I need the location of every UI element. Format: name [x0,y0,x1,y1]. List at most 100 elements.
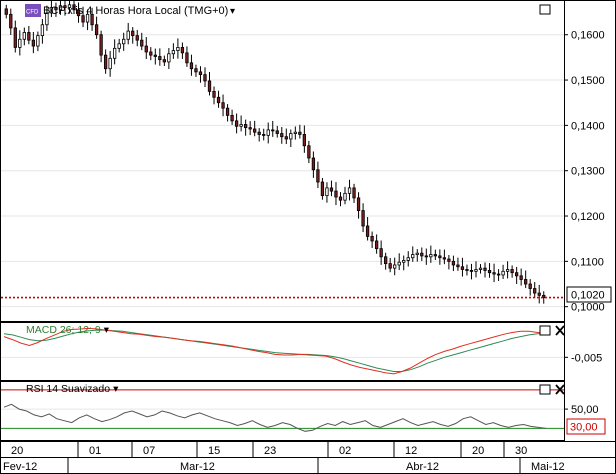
rsi-label[interactable]: RSI 14 Suavizado ▾ [26,383,119,395]
candle-body [198,71,203,76]
candle-body [27,32,31,41]
candle-body [334,190,338,198]
candle-body [131,30,135,37]
candle-body [347,187,352,194]
candle-body [384,256,388,265]
macd-y-tick-label: -0,005 [571,352,602,364]
candle-body [465,269,469,271]
candle-body [469,270,474,272]
candle-body [316,169,320,183]
candle-body [271,129,275,132]
candle-body [140,39,144,47]
candle-body [149,51,153,56]
candle-body [94,24,99,36]
candle-body [519,275,523,280]
macd-panel: -0,005 MACD 26; 12; 9 ▾ [0,322,602,381]
candle-body [487,270,492,274]
x-day-label: 20 [472,445,484,457]
rsi-dropdown-icon[interactable]: ▾ [113,383,119,395]
candle-body [388,263,392,269]
x-day-label: 02 [339,445,351,457]
rsi-panel: 50,00 RSI 14 Suavizado ▾ 30,00 [0,381,606,441]
candle-body [460,266,465,270]
candle-body [99,34,103,56]
x-day-label: 30 [515,445,527,457]
x-day-label: 20 [11,445,23,457]
candle-body [429,254,433,258]
candle-body [379,248,383,258]
candle-body [234,120,239,127]
candle-body [239,124,243,127]
candle-body [253,128,257,133]
main-y-tick-label: 0,1400 [571,120,605,132]
x-day-label: 12 [405,445,417,457]
candle-body [243,124,248,129]
candle-body [533,288,537,294]
x-day-label: 23 [264,445,276,457]
main-y-tick-label: 0,1000 [571,302,605,314]
candle-body [212,90,216,98]
rsi-y-tick-label: 50,00 [571,404,599,416]
candle-body [189,62,194,70]
candle-body [302,134,307,147]
candle-body [289,133,293,140]
candle-body [298,131,302,135]
main-maximize-icon[interactable] [539,4,551,15]
rsi-label-text[interactable]: RSI 14 Suavizado [26,383,110,395]
candle-body [505,269,510,272]
candle-body [397,261,401,266]
candle-body [158,56,162,61]
x-month-label: Mai-12 [531,461,565,473]
candle-body [280,133,284,138]
candle-body [352,187,356,199]
candle-body [221,102,225,109]
candle-body [266,129,270,136]
main-y-tick-label: 0,1500 [571,75,605,87]
candle-body [135,35,139,41]
candle-body [514,272,519,277]
x-day-label: 07 [143,445,155,457]
candle-body [275,130,279,134]
candle-body [248,127,252,130]
chart-window: 0,1600 0,1500 0,1400 0,1300 0,1200 0,1100 0,10… [0,0,616,474]
candle-body [420,252,424,257]
symbol-dropdown-icon[interactable]: ▾ [230,6,235,17]
candle-body [311,157,316,171]
candle-body [483,267,487,271]
candle-body [456,264,460,268]
candle-body [216,96,221,104]
candle-body [203,74,207,82]
candle-body [13,27,17,48]
candle-body [153,54,157,57]
candle-body [537,292,541,296]
macd-dropdown-icon[interactable]: ▾ [104,324,110,336]
macd-label[interactable]: MACD 26; 12; 9 ▾ [26,324,110,336]
candle-body [320,181,325,197]
candle-body [424,255,428,258]
candle-body [180,47,185,54]
main-plot-area [0,0,565,322]
candle-body [329,187,334,192]
main-y-tick-label: 0,1200 [571,211,605,223]
x-month-label: Fev-12 [3,461,37,473]
candle-body [496,273,501,276]
candle-body [393,264,397,269]
macd-maximize-icon[interactable] [539,325,551,336]
main-y-tick-label: 0,1600 [571,30,605,42]
candle-body [185,52,189,64]
candle-body [447,258,451,262]
rsi-maximize-icon[interactable] [539,384,551,395]
macd-label-text[interactable]: MACD 26; 12; 9 [26,324,101,336]
candle-body [343,192,347,201]
candle-body [257,131,261,135]
candle-body [325,187,329,197]
candle-body [207,80,212,92]
symbol-title[interactable]: BCP.xlis 4 Horas Hora Local (TMG+0) [43,5,228,17]
rsi-level-label: 30,00 [570,422,598,434]
candle-body [433,254,437,257]
candle-body [510,269,514,274]
candle-body [501,270,505,276]
candle-body [171,50,176,55]
x-day-label: 01 [89,445,101,457]
candle-body [356,197,361,211]
